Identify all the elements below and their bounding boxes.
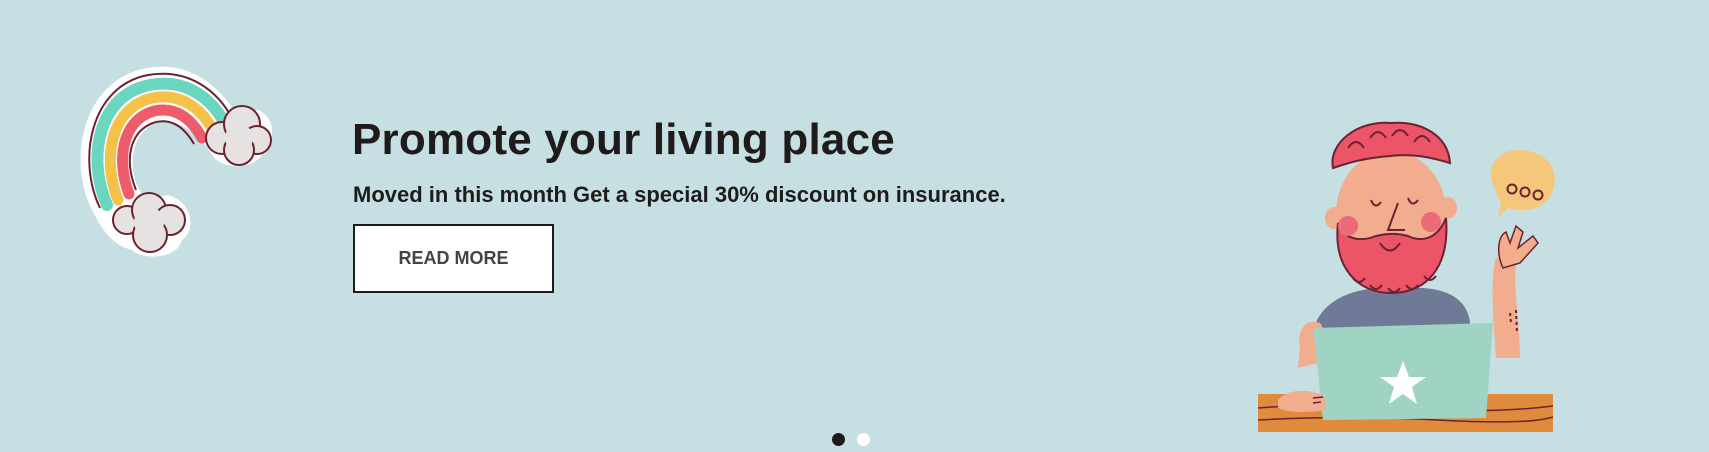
read-more-button[interactable]: READ MORE bbox=[353, 224, 554, 293]
banner-headline: Promote your living place bbox=[352, 115, 895, 164]
man-with-laptop-illustration bbox=[1258, 121, 1555, 432]
carousel-dot-2[interactable] bbox=[857, 433, 870, 446]
hero-banner: Promote your living place Moved in this … bbox=[0, 0, 1709, 452]
speech-bubble-icon bbox=[1490, 149, 1555, 218]
banner-content: Promote your living place Moved in this … bbox=[352, 110, 1172, 293]
carousel-dot-1[interactable] bbox=[832, 433, 845, 446]
rainbow-icon bbox=[80, 66, 272, 257]
carousel-pagination bbox=[832, 433, 870, 447]
banner-subtext: Moved in this month Get a special 30% di… bbox=[353, 182, 1006, 207]
